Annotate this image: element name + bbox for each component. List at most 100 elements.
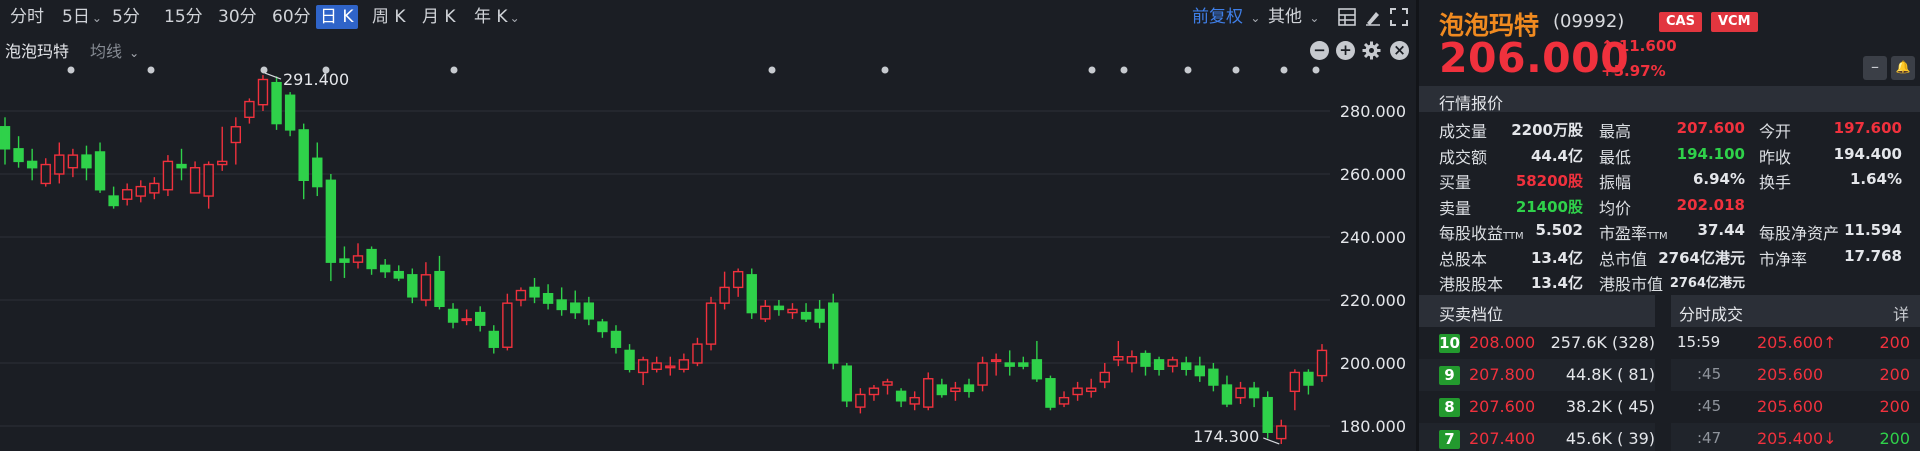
event-marker-icon[interactable] (147, 66, 155, 74)
candle-body (94, 151, 106, 191)
tab-10[interactable]: 年 K ⌄ (470, 5, 524, 29)
candle-body (379, 264, 391, 273)
quote-value: 21400股 (1515, 197, 1583, 216)
order-book-header: 买卖档位 (1419, 295, 1655, 327)
event-marker-icon[interactable] (1280, 66, 1288, 74)
candle-body (13, 148, 24, 163)
layout-grid-icon[interactable] (1338, 8, 1356, 26)
tab-label: 5分 (112, 7, 140, 27)
candle-body (121, 189, 133, 200)
quote-value: 202.018 (1676, 195, 1745, 214)
arrow-up-icon: ↑ (1601, 37, 1614, 55)
settings-gear-icon[interactable] (1362, 41, 1381, 60)
event-marker-icon[interactable] (450, 66, 458, 74)
event-marker-icon[interactable] (1184, 66, 1192, 74)
order-book-row[interactable]: 7 207.400 45.6K ( 39) (1419, 423, 1655, 451)
level-badge: 10 (1439, 334, 1460, 353)
candle-body (1031, 359, 1043, 380)
candle-body (529, 286, 540, 298)
candle-body (1221, 384, 1233, 405)
candle-body (570, 302, 581, 314)
zoom-in-icon[interactable]: + (1336, 41, 1355, 60)
quote-value: 37.44 (1697, 221, 1745, 239)
event-marker-icon[interactable] (67, 66, 75, 74)
order-book-row[interactable]: 8 207.600 38.2K ( 45) (1419, 391, 1655, 423)
candle-body (923, 378, 934, 408)
tab-6[interactable]: 60分 (268, 5, 315, 29)
candle-body (475, 311, 486, 326)
tab-1[interactable]: 分时 (6, 5, 48, 29)
candle-body (583, 302, 595, 320)
book-order-count: ( 81) (1617, 365, 1655, 384)
candle-body (447, 308, 459, 323)
quote-value: 13.4亿 (1530, 274, 1583, 292)
collapse-button[interactable]: – (1863, 56, 1887, 80)
trade-volume: 200 (1879, 365, 1910, 384)
y-tick-label: 280.000 (1340, 102, 1406, 121)
close-icon[interactable]: × (1390, 41, 1409, 60)
candle-body (1289, 371, 1301, 393)
candle-body (407, 274, 418, 298)
event-marker-icon[interactable] (1312, 66, 1320, 74)
trade-volume: 200 (1879, 397, 1910, 416)
adjust-dropdown[interactable]: 前复权 ⌄ (1192, 5, 1260, 29)
candle-body (814, 308, 825, 323)
candlestick-chart[interactable]: 280.000 260.000 240.000 220.000 200.000 180.0… (0, 64, 1414, 451)
tab-3[interactable]: 5分 (108, 5, 144, 29)
ma-dropdown[interactable]: 均线 ⌄ (90, 38, 139, 62)
other-dropdown[interactable]: 其他 ⌄ (1268, 5, 1319, 29)
draw-pen-icon[interactable] (1364, 8, 1382, 26)
trade-time: 15:59 (1677, 333, 1721, 351)
candle-body (67, 154, 79, 169)
tab-5[interactable]: 30分 (214, 5, 261, 29)
candle-body (257, 78, 269, 106)
order-book-row[interactable]: 9 207.800 44.8K ( 81) (1419, 359, 1655, 391)
order-book-title: 买卖档位 (1439, 305, 1504, 324)
candle-body (203, 163, 214, 197)
event-marker-icon[interactable] (260, 66, 268, 74)
order-book-row[interactable]: 10 208.000 257.6K (328) (1419, 327, 1655, 359)
tab-8[interactable]: 周 K (368, 5, 410, 29)
trade-time: :45 (1697, 365, 1722, 383)
chevron-down-icon: ⌄ (1250, 11, 1261, 25)
candle-body (719, 286, 730, 304)
bell-icon[interactable]: 🔔 (1891, 56, 1915, 80)
trades-header: 分时成交 详 (1671, 295, 1920, 327)
tab-4[interactable]: 15分 (160, 5, 207, 29)
event-marker-icon[interactable] (881, 66, 889, 74)
book-volume-value: 44.8K (1565, 365, 1612, 384)
quote-value: 207.600 (1676, 119, 1745, 137)
trade-row: :45 205.600 200 (1671, 391, 1920, 423)
book-price: 207.400 (1469, 429, 1536, 448)
zoom-out-icon[interactable]: − (1310, 41, 1329, 60)
quote-value: 11.594 (1844, 221, 1902, 239)
adjust-label: 前复权 (1192, 7, 1243, 27)
quote-value: 58200股 (1515, 172, 1583, 190)
quote-value: 1.64% (1849, 170, 1902, 188)
event-marker-icon[interactable] (1120, 66, 1128, 74)
fullscreen-icon[interactable] (1390, 8, 1408, 26)
y-tick-label: 260.000 (1340, 165, 1406, 184)
candle-body (81, 154, 92, 169)
trades-detail-button[interactable]: 详 (1893, 301, 1909, 325)
tab-7[interactable]: 日 K (316, 5, 358, 29)
event-marker-icon[interactable] (1088, 66, 1096, 74)
event-marker-icon[interactable] (768, 66, 776, 74)
book-volume: 257.6K (328) (1551, 333, 1655, 352)
candle-body (950, 387, 961, 393)
level-badge: 8 (1439, 398, 1460, 417)
price-change-percent: +5.97% (1601, 62, 1666, 80)
tab-9[interactable]: 月 K (418, 5, 460, 29)
tab-label: 5日 (62, 7, 90, 27)
candle-body (1235, 387, 1246, 399)
quote-value: 194.100 (1676, 144, 1745, 163)
candle-body (393, 270, 404, 279)
event-marker-icon[interactable] (1232, 66, 1240, 74)
candle-body (936, 384, 948, 396)
market-section-title: 行情报价 (1439, 94, 1504, 113)
book-volume: 44.8K ( 81) (1566, 365, 1655, 384)
candle-body (135, 185, 146, 197)
candle-body (841, 365, 852, 402)
tab-2[interactable]: 5日 ⌄ (58, 5, 106, 29)
candle-body (746, 274, 757, 314)
